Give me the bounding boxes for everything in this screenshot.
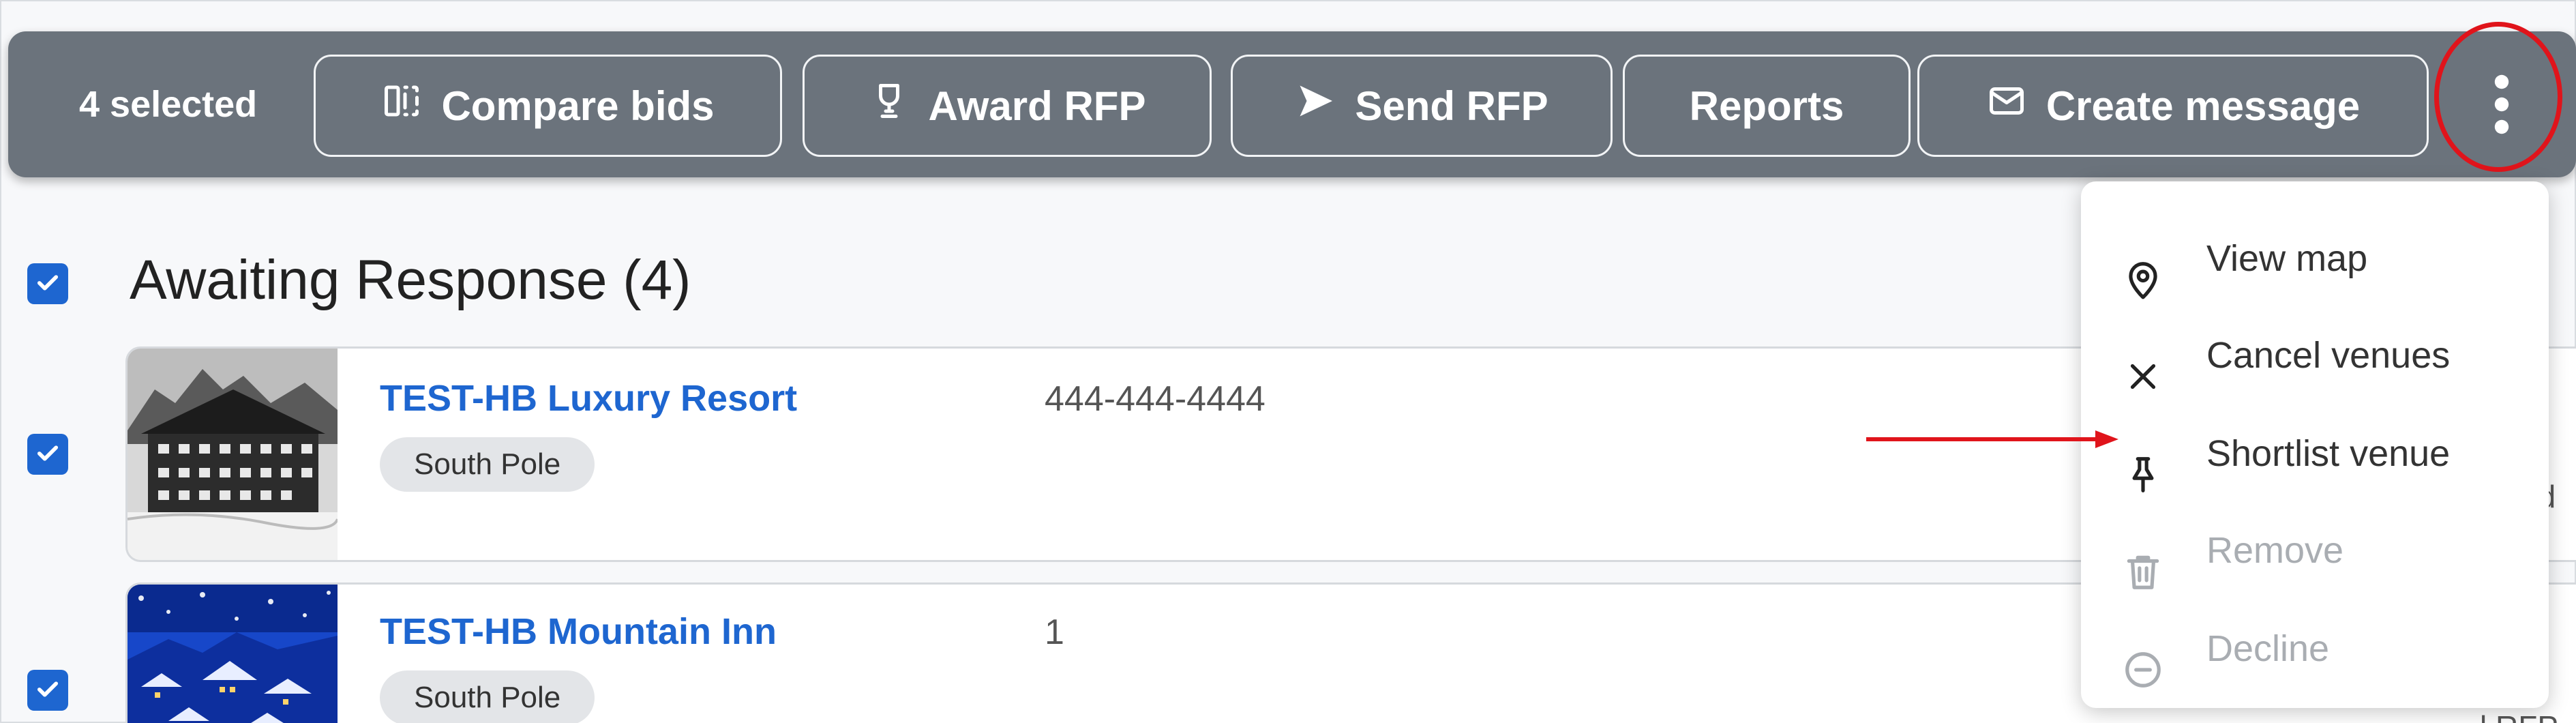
venue-phone: 444-444-4444 (1045, 379, 1265, 419)
mail-icon (1986, 80, 2027, 131)
reports-button[interactable]: Reports (1623, 55, 1911, 157)
venue-select-checkbox[interactable] (27, 670, 68, 711)
venue-phone: 1 (1045, 613, 1064, 652)
reports-label: Reports (1689, 83, 1844, 129)
send-rfp-label: Send RFP (1355, 83, 1548, 129)
check-icon (33, 675, 62, 707)
compare-bids-label: Compare bids (441, 83, 715, 129)
group-title: Awaiting Response (4) (130, 249, 691, 311)
venue-name-link[interactable]: TEST-HB Luxury Resort (380, 377, 797, 419)
check-icon (33, 439, 62, 471)
location-chip: South Pole (380, 670, 595, 723)
venue-photo (128, 585, 338, 723)
menu-item-view-map[interactable]: View map (2081, 214, 2549, 303)
more-actions-menu: View map Cancel venues Shortlist venue R… (2081, 181, 2549, 708)
award-rfp-button[interactable]: Award RFP (803, 55, 1212, 157)
menu-item-remove[interactable]: Remove (2081, 506, 2549, 595)
send-icon (1295, 80, 1336, 131)
trophy-icon (869, 80, 910, 131)
compare-bids-button[interactable]: Compare bids (314, 55, 782, 157)
menu-item-shortlist-venue[interactable]: Shortlist venue (2081, 409, 2549, 498)
award-rfp-label: Award RFP (928, 83, 1146, 129)
more-actions-button[interactable] (2440, 55, 2563, 157)
menu-item-label: Cancel venues (2206, 335, 2451, 376)
selected-count: 4 selected (79, 84, 258, 125)
menu-item-label: Remove (2206, 530, 2344, 571)
more-vertical-icon (2488, 74, 2515, 138)
venue-photo (128, 349, 339, 560)
menu-item-decline[interactable]: Decline (2081, 604, 2549, 693)
venue-name-link[interactable]: TEST-HB Mountain Inn (380, 610, 777, 653)
menu-item-cancel-venues[interactable]: Cancel venues (2081, 311, 2549, 400)
menu-item-label: View map (2206, 238, 2368, 279)
send-rfp-button[interactable]: Send RFP (1231, 55, 1613, 157)
venue-status-text: l RFP (2480, 709, 2558, 723)
create-message-button[interactable]: Create message (1917, 55, 2429, 157)
group-select-checkbox[interactable] (27, 263, 68, 304)
menu-item-label: Decline (2206, 628, 2330, 669)
compare-icon (381, 80, 422, 131)
create-message-label: Create message (2046, 83, 2361, 129)
location-chip: South Pole (380, 437, 595, 492)
check-icon (33, 268, 62, 300)
menu-item-label: Shortlist venue (2206, 433, 2451, 474)
venue-select-checkbox[interactable] (27, 434, 68, 475)
bulk-action-bar: 4 selected Compare bids Award RFP Send R… (8, 31, 2576, 177)
